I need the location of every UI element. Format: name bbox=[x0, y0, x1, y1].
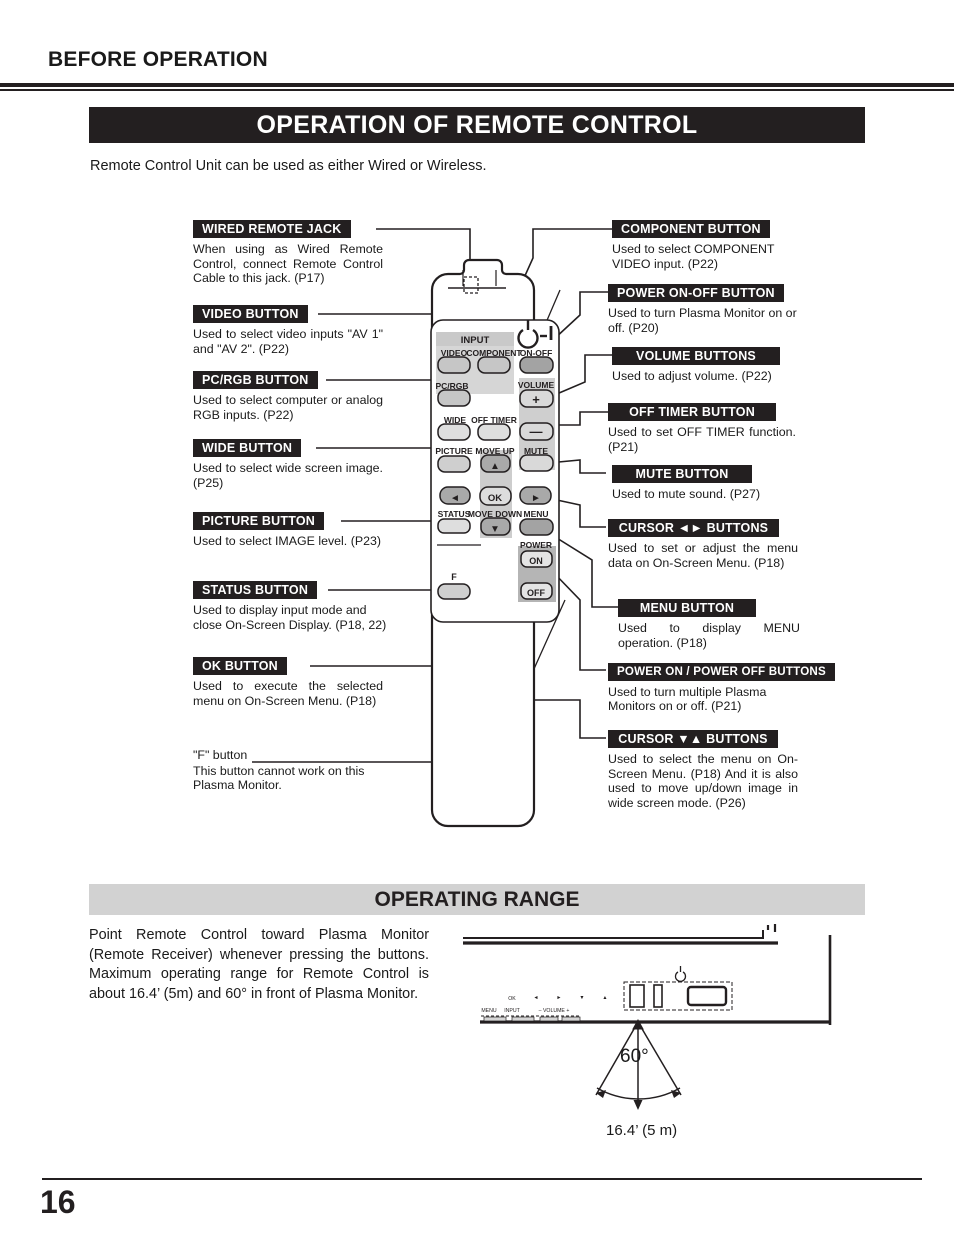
distance-label: 16.4’ (5 m) bbox=[606, 1122, 678, 1139]
monitor-control-panel bbox=[623, 981, 733, 1011]
monitor-label-down: ▼ bbox=[579, 995, 584, 1001]
monitor-label-input: INPUT bbox=[504, 1008, 520, 1014]
monitor-power-icon bbox=[674, 966, 687, 982]
monitor-key-strip bbox=[481, 1015, 581, 1022]
monitor-label-right: ► bbox=[556, 995, 561, 1001]
monitor-label-up: ▲ bbox=[602, 995, 607, 1001]
monitor-label-ok: OK bbox=[508, 996, 516, 1002]
footer-rule bbox=[42, 1178, 922, 1180]
monitor-label-volume: – VOLUME + bbox=[539, 1008, 570, 1014]
page-number: 16 bbox=[40, 1184, 76, 1220]
operating-range-diagram: OK ◄ ► ▼ ▲ MENU INPUT – VOLUME + bbox=[463, 924, 832, 1110]
angle-label: 60° bbox=[620, 1046, 649, 1067]
monitor-label-left: ◄ bbox=[533, 995, 538, 1001]
monitor-label-menu: MENU bbox=[481, 1008, 497, 1014]
